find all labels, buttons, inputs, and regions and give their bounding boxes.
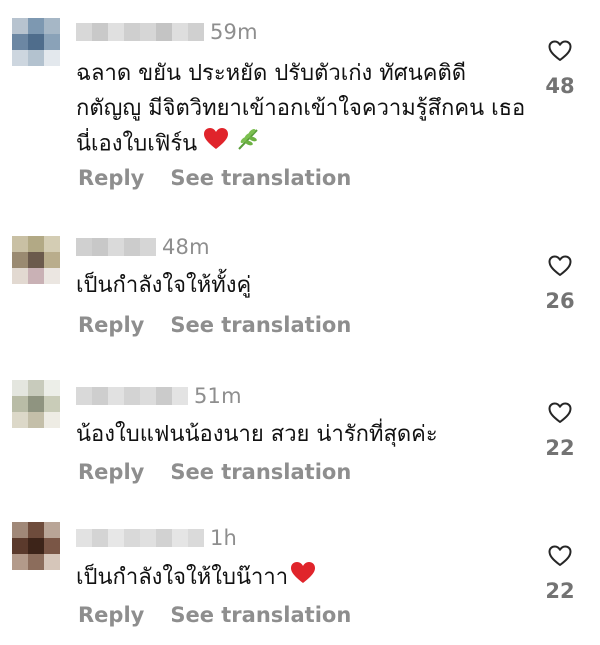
heart-outline-icon[interactable] bbox=[548, 545, 572, 567]
like-column: 48 bbox=[536, 40, 584, 98]
username-blurred[interactable] bbox=[76, 23, 204, 41]
comment-meta: 48m bbox=[76, 233, 210, 261]
avatar[interactable] bbox=[12, 18, 60, 66]
comment-actions: Reply See translation bbox=[78, 460, 351, 484]
red-heart-icon bbox=[203, 127, 229, 162]
comment-actions: Reply See translation bbox=[78, 603, 351, 627]
comment-meta: 51m bbox=[76, 382, 242, 410]
comment-timestamp: 59m bbox=[210, 20, 258, 44]
see-translation-button[interactable]: See translation bbox=[170, 313, 351, 337]
comment-actions: Reply See translation bbox=[78, 166, 351, 190]
see-translation-button[interactable]: See translation bbox=[170, 603, 351, 627]
comment-text: ฉลาด ขยัน ประหยัด ปรับตัวเก่ง ทัศนคติดี … bbox=[76, 56, 526, 161]
comment-meta: 1h bbox=[76, 524, 237, 552]
reply-button[interactable]: Reply bbox=[78, 603, 144, 627]
like-count: 22 bbox=[545, 579, 575, 603]
reply-button[interactable]: Reply bbox=[78, 166, 144, 190]
heart-outline-icon[interactable] bbox=[548, 402, 572, 424]
comment-timestamp: 51m bbox=[194, 384, 242, 408]
like-count: 48 bbox=[545, 74, 575, 98]
avatar[interactable] bbox=[12, 236, 60, 284]
like-column: 22 bbox=[536, 545, 584, 603]
reply-button[interactable]: Reply bbox=[78, 460, 144, 484]
like-count: 22 bbox=[545, 436, 575, 460]
comment-body: ฉลาด ขยัน ประหยัด ปรับตัวเก่ง ทัศนคติดี … bbox=[76, 61, 526, 157]
comment-meta: 59m bbox=[76, 18, 258, 46]
comment-body: เป็นกำลังใจให้ทั้งคู่ bbox=[76, 273, 252, 298]
comment-timestamp: 48m bbox=[162, 235, 210, 259]
comment-actions: Reply See translation bbox=[78, 313, 351, 337]
see-translation-button[interactable]: See translation bbox=[170, 166, 351, 190]
like-count: 26 bbox=[545, 289, 575, 313]
red-heart-icon bbox=[290, 561, 316, 596]
comment-text: น้องใบแฟนน้องนาย สวย น่ารักที่สุดค่ะ bbox=[76, 417, 526, 452]
like-column: 22 bbox=[536, 402, 584, 460]
herb-icon bbox=[235, 126, 261, 163]
see-translation-button[interactable]: See translation bbox=[170, 460, 351, 484]
comment-body: น้องใบแฟนน้องนาย สวย น่ารักที่สุดค่ะ bbox=[76, 422, 438, 447]
comment-text: เป็นกำลังใจให้ใบน๊าาา bbox=[76, 560, 526, 596]
username-blurred[interactable] bbox=[76, 387, 188, 405]
avatar[interactable] bbox=[12, 522, 60, 570]
comment-text: เป็นกำลังใจให้ทั้งคู่ bbox=[76, 268, 526, 303]
reply-button[interactable]: Reply bbox=[78, 313, 144, 337]
comment-body: เป็นกำลังใจให้ใบน๊าาา bbox=[76, 565, 289, 590]
username-blurred[interactable] bbox=[76, 238, 156, 256]
heart-outline-icon[interactable] bbox=[548, 40, 572, 62]
username-blurred[interactable] bbox=[76, 529, 204, 547]
comment-timestamp: 1h bbox=[210, 526, 238, 550]
like-column: 26 bbox=[536, 255, 584, 313]
heart-outline-icon[interactable] bbox=[548, 255, 572, 277]
avatar[interactable] bbox=[12, 380, 60, 428]
